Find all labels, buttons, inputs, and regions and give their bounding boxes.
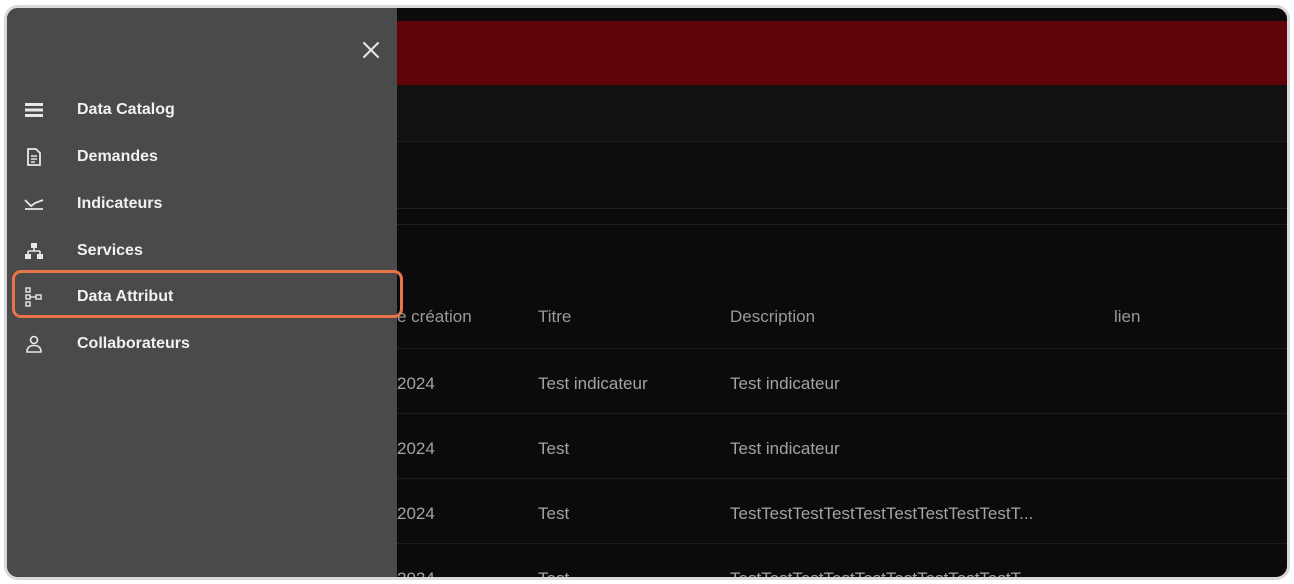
screenshot-frame: e création Titre Description lien 2024 T… <box>4 5 1290 580</box>
attribute-tree-icon <box>23 286 45 308</box>
close-icon[interactable] <box>359 38 383 62</box>
cell-description: TestTestTestTestTestTestTestTestTestT... <box>730 504 1034 523</box>
nav-item-demandes[interactable]: Demandes <box>7 134 397 180</box>
nav-item-label: Indicateurs <box>77 195 163 212</box>
cell-date: 2024 <box>397 439 435 458</box>
cell-title: Test <box>538 439 570 458</box>
cell-title: Test <box>538 569 570 580</box>
nav-item-label: Demandes <box>77 148 158 165</box>
nav-item-data-attribut[interactable]: Data Attribut <box>7 274 397 320</box>
row-divider <box>397 348 1287 349</box>
cell-title: Test <box>538 504 570 523</box>
close-icon-glyph <box>363 42 379 58</box>
navigation-drawer: Data Catalog Demandes Indicateurs Servic… <box>7 8 397 577</box>
list-icon <box>23 99 45 121</box>
nav-item-indicateurs[interactable]: Indicateurs <box>7 181 397 227</box>
cell-description: TestTestTestTestTestTestTestTestTestT <box>730 569 1021 580</box>
nav-item-label: Collaborateurs <box>77 335 190 352</box>
nav-item-collaborateurs[interactable]: Collaborateurs <box>7 321 397 367</box>
cell-date: 2024 <box>397 504 435 523</box>
row-divider <box>397 413 1287 414</box>
column-header-title[interactable]: Titre <box>538 307 571 327</box>
column-header-link[interactable]: lien <box>1114 307 1140 327</box>
nav-item-label: Data Attribut <box>77 288 174 305</box>
row-divider <box>397 478 1287 479</box>
cell-date: 2024 <box>397 374 435 393</box>
trend-icon <box>23 193 45 215</box>
cell-title: Test indicateur <box>538 374 648 393</box>
nav-item-services[interactable]: Services <box>7 228 397 274</box>
nav-item-label: Services <box>77 242 143 259</box>
row-divider <box>397 543 1287 544</box>
nav-item-label: Data Catalog <box>77 101 175 118</box>
cell-description: Test indicateur <box>730 439 840 458</box>
cell-description: Test indicateur <box>730 374 840 393</box>
cell-date: 2024 <box>397 569 435 580</box>
app-window: e création Titre Description lien 2024 T… <box>7 8 1287 577</box>
user-icon <box>23 333 45 355</box>
nav-item-data-catalog[interactable]: Data Catalog <box>7 87 397 133</box>
column-header-description[interactable]: Description <box>730 307 815 327</box>
column-header-date[interactable]: e création <box>397 307 472 327</box>
sitemap-icon <box>23 240 45 262</box>
document-icon <box>23 146 45 168</box>
